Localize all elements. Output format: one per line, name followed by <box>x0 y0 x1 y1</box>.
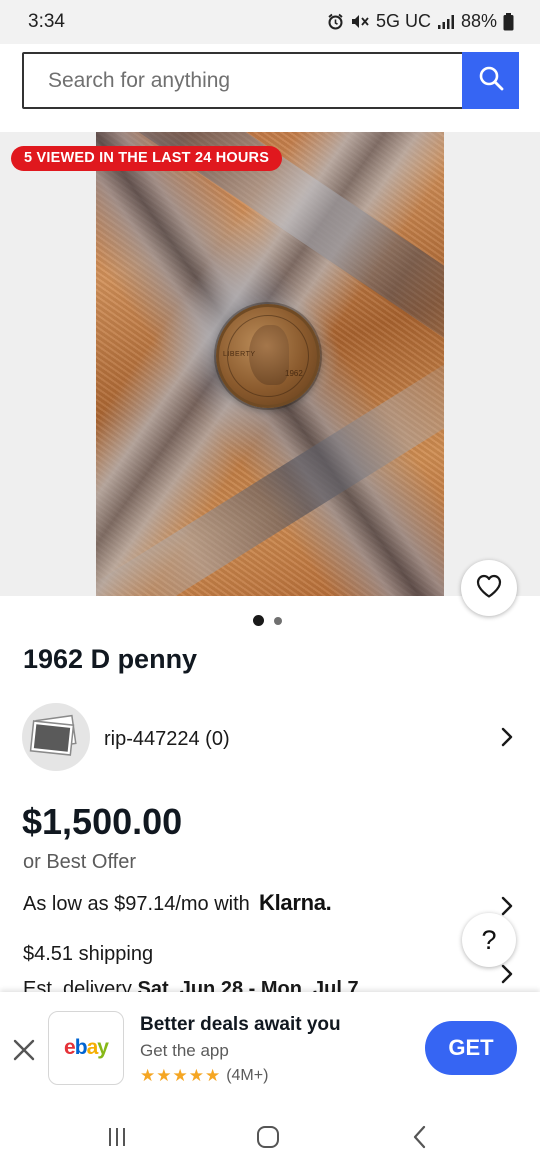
close-icon[interactable] <box>11 1037 37 1063</box>
mute-icon <box>350 13 370 30</box>
home-icon <box>257 1126 279 1148</box>
battery-percent: 88% <box>460 11 497 31</box>
image-gallery[interactable]: LIBERTY 1962 <box>0 132 540 596</box>
heart-icon <box>475 573 503 604</box>
financing-text: As low as $97.14/mo with <box>23 893 250 915</box>
best-offer-label: or Best Offer <box>23 851 137 873</box>
help-button[interactable]: ? <box>462 913 516 967</box>
banner-subtitle: Get the app <box>140 1041 229 1060</box>
banner-title: Better deals await you <box>140 1014 341 1035</box>
financing-row[interactable]: As low as $97.14/mo with Klarna. <box>0 885 540 925</box>
network-label: 5G UC <box>375 11 431 31</box>
search-button[interactable] <box>462 52 519 109</box>
coin-image: LIBERTY 1962 <box>216 304 320 408</box>
battery-icon <box>503 12 514 31</box>
gallery-pagination <box>253 615 282 626</box>
watchlist-button[interactable] <box>461 560 517 616</box>
coin-year-text: 1962 <box>285 369 303 378</box>
photo-placeholder-icon <box>29 714 77 756</box>
alarm-icon <box>327 13 344 30</box>
search-box <box>22 52 519 109</box>
status-bar: 3:34 5G UC 88% <box>0 0 540 44</box>
star-rating-icon: ★★★★★ <box>140 1066 222 1085</box>
item-price: $1,500.00 <box>22 801 183 842</box>
system-nav-bar <box>0 1104 540 1170</box>
ebay-logo-letter: a <box>86 1036 99 1059</box>
signal-icon <box>437 14 455 30</box>
seller-name[interactable]: rip-447224 (0) <box>104 728 230 751</box>
recent-apps-button[interactable] <box>100 1120 134 1154</box>
search-bar <box>0 44 540 132</box>
back-button[interactable] <box>403 1120 437 1154</box>
recent-apps-icon <box>109 1128 125 1146</box>
chevron-right-icon <box>501 727 513 747</box>
seller-row[interactable]: rip-447224 (0) <box>0 700 540 774</box>
pagination-dot-active[interactable] <box>253 615 264 626</box>
app-rating: ★★★★★ (4M+) <box>140 1066 268 1086</box>
pagination-dot[interactable] <box>274 616 282 625</box>
chevron-right-icon <box>501 896 513 916</box>
viewed-badge: 5 VIEWED IN THE LAST 24 HOURS <box>11 146 283 171</box>
app-download-banner: e b a y Better deals await you Get the a… <box>0 992 540 1104</box>
back-icon <box>413 1125 426 1149</box>
status-time: 3:34 <box>28 11 65 32</box>
ebay-logo-letter: b <box>74 1036 88 1059</box>
search-icon <box>478 65 504 96</box>
chevron-right-icon[interactable] <box>496 963 518 985</box>
ebay-logo: e b a y <box>48 1011 124 1085</box>
seller-avatar <box>22 703 90 771</box>
rating-count: (4M+) <box>226 1067 269 1084</box>
search-input[interactable] <box>24 54 463 107</box>
ebay-logo-letter: e <box>64 1036 76 1059</box>
get-app-button[interactable]: GET <box>425 1021 517 1075</box>
status-icons: 5G UC 88% <box>327 11 514 32</box>
ebay-logo-letter: y <box>97 1036 109 1059</box>
item-photo[interactable]: LIBERTY 1962 <box>96 132 444 596</box>
coin-liberty-text: LIBERTY <box>223 351 256 358</box>
klarna-logo: Klarna. <box>259 890 332 915</box>
home-button[interactable] <box>251 1120 285 1154</box>
item-title: 1962 D penny <box>23 644 198 674</box>
shipping-cost: $4.51 shipping <box>23 943 154 965</box>
